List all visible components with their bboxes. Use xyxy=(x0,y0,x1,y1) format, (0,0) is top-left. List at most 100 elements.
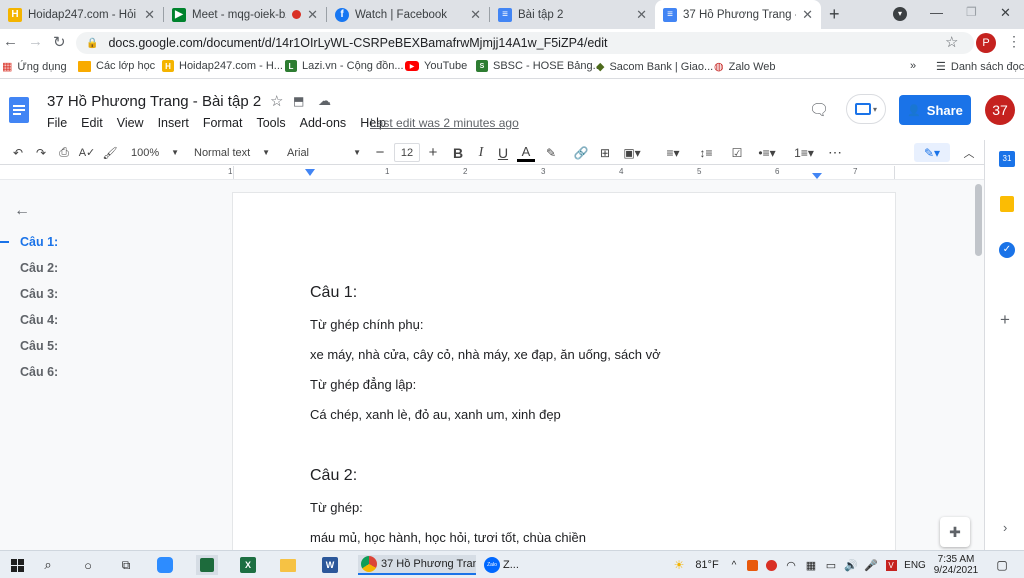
close-tab-icon[interactable]: ✕ xyxy=(144,7,155,23)
zoom-select[interactable]: 100% ▼ xyxy=(127,143,183,162)
menu-format[interactable]: Format xyxy=(203,116,243,130)
bookmark-zalo[interactable]: ◍ Zalo Web xyxy=(714,60,775,74)
outline-item[interactable]: Câu 2: xyxy=(20,261,58,275)
bulleted-list-icon[interactable]: •≡▾ xyxy=(752,143,782,162)
expand-panel-icon[interactable]: › xyxy=(1003,520,1007,535)
scrollbar-thumb[interactable] xyxy=(975,184,982,256)
clock[interactable]: 7:35 AM 9/24/2021 xyxy=(930,554,982,576)
add-comment-icon[interactable]: ⊞ xyxy=(596,143,614,162)
reload-icon[interactable]: ↻ xyxy=(53,33,66,51)
move-folder-icon[interactable]: ⬒ xyxy=(293,94,304,108)
bookmark-hoidap[interactable]: H Hoidap247.com - H... xyxy=(162,60,283,72)
line-spacing-icon[interactable]: ↕≡ xyxy=(697,143,715,162)
menu-file[interactable]: File xyxy=(47,116,67,130)
style-select[interactable]: Normal text ▼ xyxy=(190,143,274,162)
tab-bai-tap-2[interactable]: ≡ Bài tập 2 ✕ xyxy=(490,0,655,29)
tab-hoidap[interactable]: H Hoidap247.com - Hỏi đáp ✕ xyxy=(0,0,163,29)
excel-icon[interactable]: X xyxy=(238,555,258,575)
bookmark-sbsc[interactable]: S SBSC - HOSE Bảng... xyxy=(476,60,602,72)
keep-icon[interactable] xyxy=(1000,196,1014,212)
outline-item[interactable]: Câu 3: xyxy=(20,287,58,301)
editing-mode-button[interactable]: ✎▾ xyxy=(914,143,950,162)
tab-facebook[interactable]: f Watch | Facebook ✕ xyxy=(327,0,489,29)
menu-tools[interactable]: Tools xyxy=(256,116,285,130)
insert-image-icon[interactable]: ▣▾ xyxy=(619,143,645,162)
close-tab-icon[interactable]: ✕ xyxy=(470,7,481,23)
underline-button[interactable]: U xyxy=(494,143,512,162)
tray-app-icon[interactable] xyxy=(745,555,759,575)
tray-app-icon[interactable]: V xyxy=(884,555,898,575)
chrome-menu-icon[interactable]: ⋮ xyxy=(1007,33,1021,50)
close-outline-icon[interactable]: ← xyxy=(14,202,30,220)
restore-icon[interactable]: ❐ xyxy=(966,5,977,19)
outline-item[interactable]: Câu 4: xyxy=(20,313,58,327)
battery-icon[interactable]: ▭ xyxy=(824,555,838,575)
docs-logo-icon[interactable] xyxy=(9,97,29,123)
tab-search-icon[interactable]: ▾ xyxy=(893,7,907,21)
spellcheck-icon[interactable]: A✓ xyxy=(78,143,96,162)
last-edit-link[interactable]: Last edit was 2 minutes ago xyxy=(370,116,519,130)
volume-icon[interactable]: 🔊 xyxy=(844,555,858,575)
outline-item[interactable]: Câu 5: xyxy=(20,339,58,353)
present-button[interactable]: ▾ xyxy=(846,94,886,124)
minimize-icon[interactable]: — xyxy=(930,5,943,20)
more-options-icon[interactable]: ⋯ xyxy=(826,143,844,162)
close-tab-icon[interactable]: ✕ xyxy=(307,7,318,23)
document-page[interactable] xyxy=(233,193,895,550)
tab-meet[interactable]: ▶ Meet - mqg-oiek-bzu ✕ xyxy=(164,0,326,29)
outline-item[interactable]: Câu 6: xyxy=(20,365,58,379)
zoom-app-icon[interactable] xyxy=(155,555,175,575)
checklist-icon[interactable]: ☑ xyxy=(728,143,746,162)
menu-insert[interactable]: Insert xyxy=(158,116,189,130)
task-view-icon[interactable]: ⧉ xyxy=(116,555,136,575)
highlight-icon[interactable]: ✎ xyxy=(542,143,560,162)
new-tab-button[interactable]: + xyxy=(829,4,840,25)
paint-format-icon[interactable]: 🖌 xyxy=(101,143,119,162)
link-icon[interactable]: 🔗 xyxy=(572,143,590,162)
wifi-icon[interactable]: ◠ xyxy=(784,555,798,575)
collapse-menus-icon[interactable]: ︿ xyxy=(960,143,978,162)
star-icon[interactable]: ☆ xyxy=(270,92,283,110)
menu-edit[interactable]: Edit xyxy=(81,116,103,130)
outline-item[interactable]: Câu 1: xyxy=(20,235,58,249)
explore-button[interactable]: ✚ xyxy=(940,517,970,547)
menu-addons[interactable]: Add-ons xyxy=(300,116,347,130)
app-icon[interactable] xyxy=(196,555,218,575)
notifications-icon[interactable]: ▢ xyxy=(992,555,1012,575)
align-icon[interactable]: ≡▾ xyxy=(660,143,686,162)
text-color-button[interactable]: A xyxy=(517,143,535,162)
file-explorer-icon[interactable] xyxy=(278,555,298,575)
bookmark-lazi[interactable]: L Lazi.vn - Cộng đồn... xyxy=(285,60,404,72)
back-icon[interactable]: ← xyxy=(3,33,18,50)
bookmark-apps[interactable]: ▦ Ứng dụng xyxy=(2,60,67,74)
taskbar-zalo-window[interactable]: Zalo Z... xyxy=(484,555,528,575)
italic-button[interactable]: I xyxy=(472,143,490,162)
left-indent-marker[interactable] xyxy=(305,169,315,176)
bold-button[interactable]: B xyxy=(449,143,467,162)
word-icon[interactable]: W xyxy=(320,555,340,575)
undo-icon[interactable]: ↶ xyxy=(9,143,27,162)
print-icon[interactable]: ⎙ xyxy=(55,143,73,162)
right-indent-marker[interactable] xyxy=(812,173,822,179)
menu-view[interactable]: View xyxy=(117,116,144,130)
close-window-icon[interactable]: ✕ xyxy=(1000,5,1011,21)
doc-title[interactable]: 37 Hồ Phương Trang - Bài tập 2 xyxy=(47,93,261,110)
calendar-icon[interactable]: 31 xyxy=(999,151,1015,167)
reading-list[interactable]: ☰ Danh sách đọc xyxy=(936,60,1024,74)
windows-start-icon[interactable] xyxy=(4,555,30,575)
increase-font-size-button[interactable]: + xyxy=(424,143,442,162)
tasks-icon[interactable]: ✓ xyxy=(999,242,1015,258)
decrease-font-size-button[interactable]: − xyxy=(371,143,389,162)
microphone-icon[interactable]: 🎤 xyxy=(864,555,878,575)
share-button[interactable]: 👤 Share xyxy=(899,95,971,125)
font-size-field[interactable]: 12 xyxy=(394,143,420,162)
redo-icon[interactable]: ↷ xyxy=(32,143,50,162)
weather-icon[interactable]: ☀ xyxy=(668,555,690,575)
taskbar-chrome-window[interactable]: 37 Hồ Phương Tran... xyxy=(358,555,476,575)
bookmark-classroom[interactable]: Các lớp học xyxy=(78,60,155,72)
bookmark-youtube[interactable]: ▶ YouTube xyxy=(405,60,467,72)
more-bookmarks-icon[interactable]: » xyxy=(910,60,916,72)
numbered-list-icon[interactable]: 1≡▾ xyxy=(789,143,819,162)
close-tab-icon[interactable]: ✕ xyxy=(802,7,813,23)
temperature[interactable]: 81°F xyxy=(692,555,722,575)
